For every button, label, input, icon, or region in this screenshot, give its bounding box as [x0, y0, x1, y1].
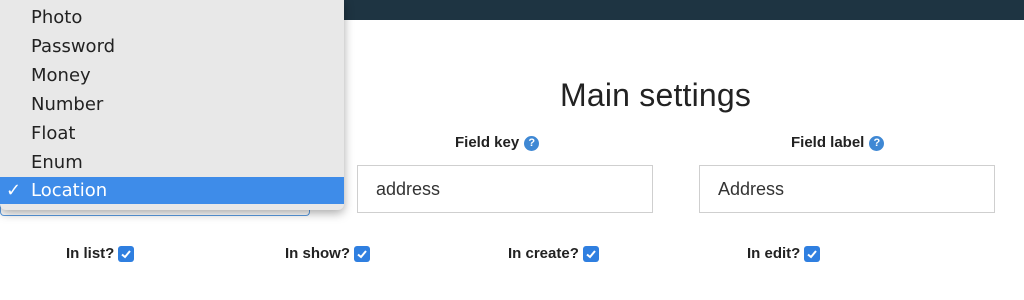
menu-item-label: Location [31, 180, 108, 201]
in-show-label: In show? [285, 245, 350, 262]
in-edit-checkbox[interactable] [804, 246, 821, 262]
in-edit-checkbox-group[interactable]: In edit? [747, 243, 821, 265]
in-edit-label: In edit? [747, 245, 801, 262]
in-create-checkbox[interactable] [582, 246, 599, 262]
field-label-label-group: Field label ? [791, 133, 885, 153]
in-list-checkbox[interactable] [118, 246, 135, 262]
help-icon[interactable]: ? [869, 135, 885, 151]
field-type-dropdown-menu: Photo Password Money Number Float Enum ✓… [0, 0, 344, 210]
menu-item-label: Photo [31, 7, 83, 28]
field-label-label: Field label [791, 134, 865, 151]
in-list-label: In list? [66, 245, 115, 262]
menu-item-enum[interactable]: Enum [0, 148, 344, 177]
in-create-checkbox-group[interactable]: In create? [508, 243, 599, 265]
menu-item-label: Money [31, 65, 91, 86]
field-label-input[interactable]: Address [699, 165, 995, 213]
checkmark-icon [121, 250, 132, 259]
menu-item-label: Password [31, 36, 116, 57]
field-key-label-group: Field key ? [455, 133, 540, 153]
checkmark-icon [807, 250, 818, 259]
menu-item-float[interactable]: Float [0, 119, 344, 148]
checkmark-icon [357, 250, 367, 259]
page-title: Main settings [560, 77, 752, 113]
menu-item-label: Number [31, 94, 104, 115]
in-show-checkbox-group[interactable]: In show? [285, 243, 370, 265]
in-list-checkbox-group[interactable]: In list? [66, 243, 135, 265]
help-icon[interactable]: ? [524, 135, 540, 151]
menu-item-number[interactable]: Number [0, 90, 344, 119]
in-create-label: In create? [508, 245, 579, 262]
menu-item-password[interactable]: Password [0, 32, 344, 61]
check-icon: ✓ [6, 180, 22, 201]
menu-item-label: Enum [31, 152, 83, 173]
field-key-label: Field key [455, 134, 520, 151]
menu-item-money[interactable]: Money [0, 61, 344, 90]
field-key-input[interactable]: address [357, 165, 653, 213]
menu-item-photo[interactable]: Photo [0, 3, 344, 32]
checkmark-icon [586, 250, 596, 259]
in-show-checkbox[interactable] [354, 246, 370, 262]
menu-item-location[interactable]: ✓ Location [0, 177, 344, 204]
menu-item-label: Float [31, 123, 76, 144]
